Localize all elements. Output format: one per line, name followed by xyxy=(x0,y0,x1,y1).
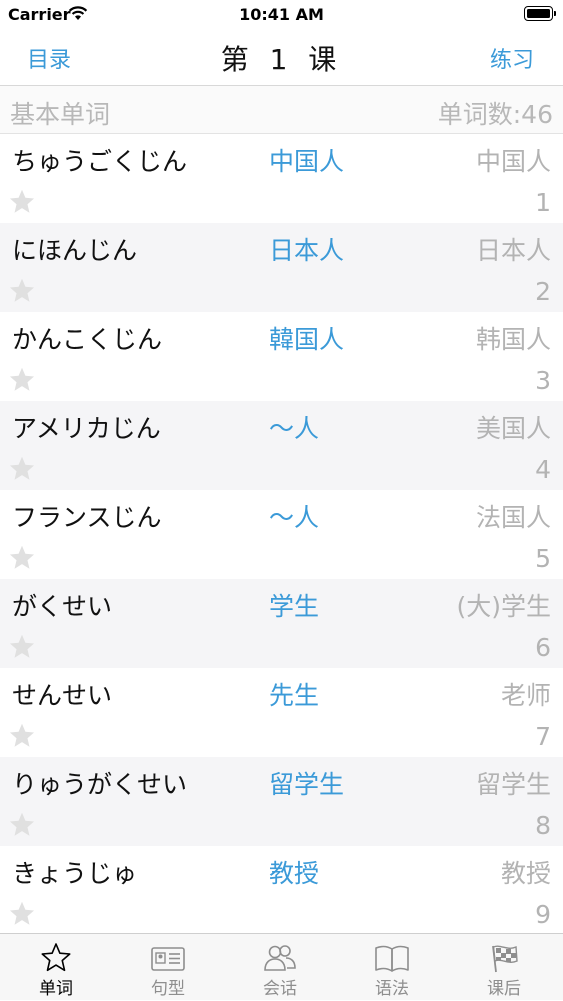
star-icon xyxy=(41,943,71,972)
tab-sentence-patterns[interactable]: 句型 xyxy=(112,934,224,1001)
tab-words[interactable]: 单词 xyxy=(0,934,112,1001)
word-number: 1 xyxy=(535,188,551,217)
word-kanji: 中国人 xyxy=(269,147,345,176)
book-icon xyxy=(375,945,409,972)
star-icon[interactable] xyxy=(8,811,36,839)
list-item[interactable]: りゅうがくせい 留学生 留学生 8 xyxy=(0,757,563,846)
word-meaning: (大)学生 xyxy=(456,592,551,621)
word-number: 2 xyxy=(535,277,551,306)
tab-conversation[interactable]: 会话 xyxy=(224,934,336,1001)
status-bar: Carrier 10:41 AM xyxy=(0,0,563,30)
word-kana: りゅうがくせい xyxy=(12,770,188,799)
word-meaning: 美国人 xyxy=(475,414,551,443)
word-kana: きょうじゅ xyxy=(12,859,138,888)
word-kanji: 留学生 xyxy=(269,770,345,799)
star-icon[interactable] xyxy=(8,900,36,928)
clock: 10:41 AM xyxy=(239,5,324,24)
tab-after-class[interactable]: 课后 xyxy=(448,934,560,1001)
tab-label: 句型 xyxy=(151,979,185,999)
navigation-bar: 目录 第 1 课 练习 xyxy=(0,30,563,86)
word-list[interactable]: ちゅうごくじん 中国人 中国人 1 にほんじん 日本人 日本人 2 かんこくじん… xyxy=(0,134,563,935)
practice-button[interactable]: 练习 xyxy=(490,42,534,74)
id-card-icon xyxy=(151,947,185,971)
star-icon[interactable] xyxy=(8,277,36,305)
word-kanji: 学生 xyxy=(269,592,320,621)
page-title: 第 1 课 xyxy=(220,43,343,76)
list-item[interactable]: がくせい 学生 (大)学生 6 xyxy=(0,579,563,668)
word-kana: せんせい xyxy=(12,681,113,710)
word-kanji: 教授 xyxy=(269,859,320,888)
word-number: 8 xyxy=(535,811,551,840)
tab-label: 语法 xyxy=(375,979,409,999)
word-number: 4 xyxy=(535,455,551,484)
tab-label: 课后 xyxy=(487,979,521,999)
tab-bar: 单词 句型 会话 语法 课后 xyxy=(0,933,563,1000)
word-kanji: 日本人 xyxy=(269,236,345,265)
word-number: 7 xyxy=(535,722,551,751)
word-meaning: 中国人 xyxy=(475,147,551,176)
word-meaning: 法国人 xyxy=(475,503,551,532)
word-kana: フランスじん xyxy=(12,503,162,532)
word-count: 单词数:46 xyxy=(437,100,553,129)
word-meaning: 日本人 xyxy=(475,236,551,265)
checkered-flag-icon xyxy=(492,945,518,973)
word-kanji: ～人 xyxy=(269,503,320,532)
list-item[interactable]: きょうじゅ 教授 教授 9 xyxy=(0,846,563,935)
word-kanji: 先生 xyxy=(269,681,320,710)
section-title: 基本单词 xyxy=(10,100,111,129)
word-kana: アメリカじん xyxy=(12,414,161,443)
star-icon[interactable] xyxy=(8,633,36,661)
word-number: 9 xyxy=(535,900,551,929)
battery-icon xyxy=(524,6,556,21)
word-kana: にほんじん xyxy=(12,236,138,265)
tab-label: 单词 xyxy=(39,979,73,999)
star-icon[interactable] xyxy=(8,544,36,572)
tab-label: 会话 xyxy=(263,979,297,999)
word-kanji: 韓国人 xyxy=(269,325,345,354)
word-meaning: 韩国人 xyxy=(475,325,551,354)
list-item[interactable]: ちゅうごくじん 中国人 中国人 1 xyxy=(0,134,563,223)
word-kanji: ～人 xyxy=(269,414,320,443)
list-item[interactable]: かんこくじん 韓国人 韩国人 3 xyxy=(0,312,563,401)
word-kana: かんこくじん xyxy=(12,325,163,354)
word-number: 6 xyxy=(535,633,551,662)
list-item[interactable]: フランスじん ～人 法国人 5 xyxy=(0,490,563,579)
list-item[interactable]: せんせい 先生 老师 7 xyxy=(0,668,563,757)
list-item[interactable]: アメリカじん ～人 美国人 4 xyxy=(0,401,563,490)
word-number: 5 xyxy=(535,544,551,573)
word-kana: がくせい xyxy=(12,592,113,621)
star-icon[interactable] xyxy=(8,722,36,750)
star-icon[interactable] xyxy=(8,188,36,216)
list-item[interactable]: にほんじん 日本人 日本人 2 xyxy=(0,223,563,312)
people-icon xyxy=(264,945,296,971)
word-kana: ちゅうごくじん xyxy=(12,147,188,176)
word-meaning: 留学生 xyxy=(475,770,551,799)
section-header: 基本单词 单词数:46 xyxy=(0,86,563,134)
star-icon[interactable] xyxy=(8,455,36,483)
word-meaning: 教授 xyxy=(500,859,551,888)
word-meaning: 老师 xyxy=(500,681,551,710)
star-icon[interactable] xyxy=(8,366,36,394)
tab-grammar[interactable]: 语法 xyxy=(336,934,448,1001)
word-number: 3 xyxy=(535,366,551,395)
